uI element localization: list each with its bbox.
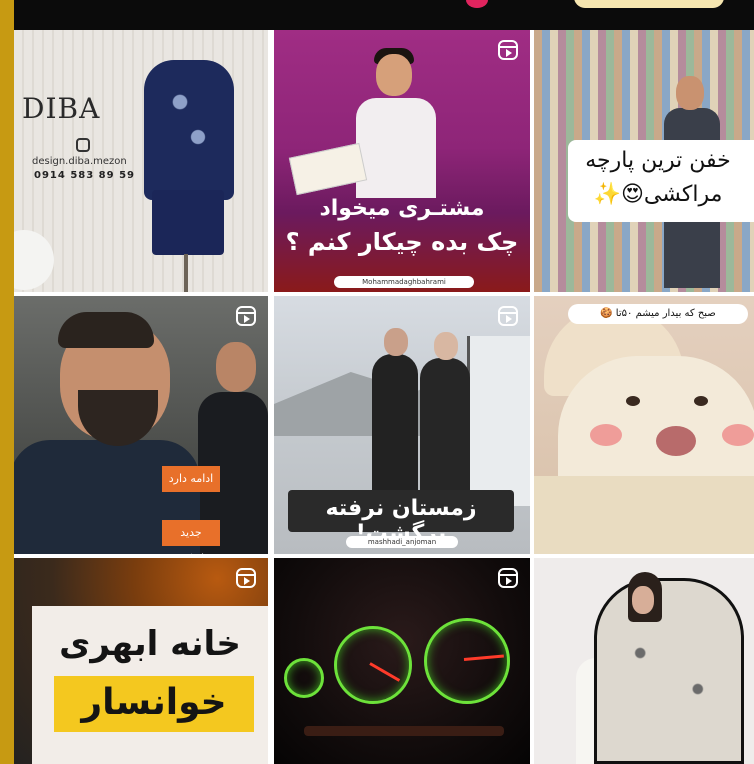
- top-label: صبح که بیدار میشم ۵۰تا 🍪: [568, 304, 748, 324]
- reel-icon: [236, 306, 256, 326]
- dog-blush-left: [590, 424, 622, 446]
- dog-nose: [656, 426, 696, 456]
- caption-line2: مراکشی😍✨: [593, 182, 723, 207]
- hair-shape: [58, 312, 154, 348]
- man-2-image: [420, 332, 470, 494]
- caption-line2: چک بده چیکار کنم ؟: [285, 228, 519, 256]
- skirt-image: [152, 190, 224, 255]
- orange-tag-1: ادامه دارد: [162, 466, 220, 492]
- caption-line2: خوانسار: [81, 682, 227, 723]
- orange-tag-2: جدید وانعکس: [162, 520, 220, 554]
- head-shape: [376, 54, 412, 96]
- man-1-image: [372, 328, 418, 494]
- top-bar: [14, 0, 754, 30]
- post-tile-dashboard[interactable]: [274, 558, 530, 764]
- post-tile-shawl[interactable]: [534, 558, 754, 764]
- face-shape: [632, 586, 654, 614]
- brand-name: DIBA: [22, 92, 101, 125]
- instagram-icon: [76, 138, 90, 152]
- post-tile-diba[interactable]: DIBA design.diba.mezon 0914 583 89 59: [14, 30, 268, 292]
- reel-icon: [498, 306, 518, 326]
- dog-eye-left: [626, 396, 640, 406]
- dog-eye-right: [694, 396, 708, 406]
- post-grid: DIBA design.diba.mezon 0914 583 89 59 مش…: [14, 30, 754, 764]
- dog-blush-right: [722, 424, 754, 446]
- shawl-image: [594, 578, 744, 764]
- dashboard-glow: [304, 726, 504, 736]
- caption-line1: خفن ترین پارچه: [585, 148, 731, 173]
- footer-handle: mashhadi_anjoman: [346, 536, 458, 548]
- chair-shape: [14, 230, 54, 290]
- post-tile-man-street[interactable]: ادامه دارد جدید وانعکس: [14, 296, 268, 554]
- footer-handle: Mohammadaghbahrami: [334, 276, 474, 288]
- brand-handle: design.diba.mezon: [32, 156, 127, 167]
- beard-shape: [78, 390, 158, 446]
- brand-phone: 0914 583 89 59: [34, 170, 135, 181]
- background-person-head: [216, 342, 256, 392]
- post-tile-khansar[interactable]: خانه ابهری خوانسار: [14, 558, 268, 764]
- post-tile-snow[interactable]: زمستان نرفته برگشت! mashhadi_anjoman: [274, 296, 530, 554]
- mannequin-stand: [184, 254, 188, 292]
- reel-icon: [236, 568, 256, 588]
- main-person-image: [14, 310, 200, 554]
- car-shape: [467, 336, 530, 506]
- caption-line1: خانه ابهری: [59, 624, 241, 664]
- shirt-shape: [356, 98, 436, 198]
- presenter-image: [356, 44, 436, 198]
- reel-icon: [498, 40, 518, 60]
- post-tile-fabrics[interactable]: خفن ترین پارچه مراکشی😍✨: [534, 30, 754, 292]
- header-pill[interactable]: [574, 0, 724, 8]
- post-tile-cheque[interactable]: مشتـری میخواد چک بده چیکار کنم ؟ Mohamma…: [274, 30, 530, 292]
- gauge-small: [284, 658, 324, 698]
- dress-image: [144, 60, 234, 200]
- gauge-tachometer: [424, 618, 510, 704]
- seller-head: [676, 76, 704, 110]
- post-tile-dog[interactable]: صبح که بیدار میشم ۵۰تا 🍪: [534, 296, 754, 554]
- caption-line1: مشتـری میخواد: [319, 196, 485, 221]
- scarf-shape: [534, 476, 754, 554]
- reel-icon: [498, 568, 518, 588]
- notification-dot: [466, 0, 488, 8]
